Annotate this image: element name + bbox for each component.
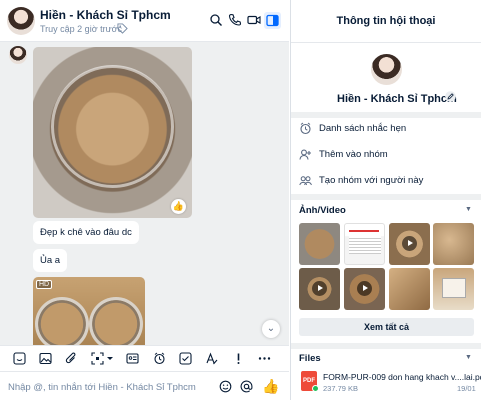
- sticker-icon[interactable]: [13, 352, 26, 365]
- create-group-icon: [299, 174, 312, 187]
- panel-contact-name: Hiền - Khách Sỉ Tphcm: [337, 93, 457, 105]
- chat-area: Hiền - Khách Sỉ Tphcm Truy cập 2 giờ trư…: [0, 0, 289, 400]
- jar-lid: [51, 65, 174, 188]
- screenshot-icon[interactable]: [91, 352, 104, 365]
- play-icon: [312, 281, 327, 296]
- divider: [291, 42, 481, 43]
- action-label: Thêm vào nhóm: [319, 149, 388, 160]
- text-format-icon[interactable]: [205, 352, 218, 365]
- like-icon[interactable]: 👍: [171, 199, 186, 214]
- mention-icon[interactable]: [240, 380, 253, 393]
- message-bubble[interactable]: Ủa a: [33, 249, 68, 272]
- tag-icon[interactable]: [117, 23, 128, 34]
- media-section-title[interactable]: Ảnh/Video: [299, 205, 346, 216]
- more-icon[interactable]: [258, 352, 271, 365]
- emoji-icon[interactable]: [219, 380, 232, 393]
- reminder-icon[interactable]: [153, 352, 166, 365]
- hd-badge: HD: [36, 280, 53, 289]
- search-icon[interactable]: [209, 13, 223, 27]
- alarm-clock-icon: [299, 122, 312, 135]
- image-icon[interactable]: [39, 352, 52, 365]
- thumbs-up-icon[interactable]: 👍: [262, 378, 279, 394]
- section-gap: [291, 194, 481, 200]
- panel-avatar[interactable]: [371, 54, 402, 85]
- cashew-jar-photo[interactable]: [33, 47, 192, 218]
- media-video-thumbnail[interactable]: [299, 268, 340, 310]
- downloaded-check-icon: [312, 385, 319, 392]
- chat-header: Hiền - Khách Sỉ Tphcm Truy cập 2 giờ trư…: [0, 0, 289, 42]
- contact-card-icon[interactable]: [126, 352, 139, 365]
- last-seen-status: Truy cập 2 giờ trước: [40, 24, 123, 34]
- section-gap: [291, 112, 481, 118]
- composer-toolbar: [0, 345, 289, 371]
- phone-icon[interactable]: [228, 13, 242, 27]
- chevron-down-icon[interactable]: ⌄: [262, 320, 280, 338]
- media-thumbnail[interactable]: [433, 223, 474, 265]
- dropdown-caret-icon[interactable]: [106, 352, 114, 365]
- file-date: 19/01: [457, 384, 476, 393]
- photo-jar: [35, 297, 89, 345]
- sidebar-toggle-button[interactable]: [264, 12, 281, 29]
- collapse-caret-icon[interactable]: ▼: [465, 206, 472, 213]
- file-size: 237.79 KB: [323, 384, 359, 393]
- attachment-icon[interactable]: [65, 352, 78, 365]
- contact-name[interactable]: Hiền - Khách Sỉ Tphcm: [40, 8, 171, 22]
- collapse-caret-icon[interactable]: ▼: [465, 354, 472, 361]
- message-bubble[interactable]: Đẹp k chê vào đâu dc: [33, 221, 139, 244]
- edit-name-icon[interactable]: [445, 91, 456, 102]
- files-section-title[interactable]: Files: [299, 353, 321, 364]
- message-composer: 👍: [0, 371, 289, 400]
- action-reminder-list[interactable]: Danh sách nhắc hẹn: [299, 121, 474, 137]
- video-call-icon[interactable]: [247, 13, 261, 27]
- urgent-icon[interactable]: [232, 352, 245, 365]
- sender-avatar[interactable]: [9, 46, 27, 64]
- media-thumbnail[interactable]: [433, 268, 474, 310]
- media-thumbnail[interactable]: [344, 223, 385, 265]
- photo-jar: [89, 297, 143, 345]
- action-label: Tạo nhóm với người này: [319, 175, 424, 186]
- panel-title: Thông tin hội thoại: [336, 15, 436, 27]
- media-video-thumbnail[interactable]: [344, 268, 385, 310]
- add-to-group-icon: [299, 148, 312, 161]
- message-input[interactable]: [8, 380, 208, 395]
- action-label: Danh sách nhắc hẹn: [319, 123, 407, 134]
- action-add-to-group[interactable]: Thêm vào nhóm: [299, 147, 474, 163]
- media-video-thumbnail[interactable]: [389, 223, 430, 265]
- file-item[interactable]: PDF FORM-PUR-009 don hang khach v....lai…: [299, 370, 481, 396]
- play-icon: [402, 236, 417, 251]
- task-icon[interactable]: [179, 352, 192, 365]
- message-list[interactable]: 👍 Đẹp k chê vào đâu dc Ủa a HD ⌄: [0, 42, 289, 345]
- section-gap: [291, 343, 481, 349]
- conversation-info-panel: Thông tin hội thoại Hiền - Khách Sỉ Tphc…: [290, 0, 481, 400]
- see-all-button[interactable]: Xem tất cả: [299, 318, 474, 336]
- contact-avatar[interactable]: [7, 7, 35, 35]
- file-name: FORM-PUR-009 don hang khach v....lai.pdf: [323, 372, 481, 382]
- action-create-group[interactable]: Tạo nhóm với người này: [299, 173, 474, 189]
- play-icon: [357, 281, 372, 296]
- media-thumbnail[interactable]: [389, 268, 430, 310]
- media-thumbnail[interactable]: [299, 223, 340, 265]
